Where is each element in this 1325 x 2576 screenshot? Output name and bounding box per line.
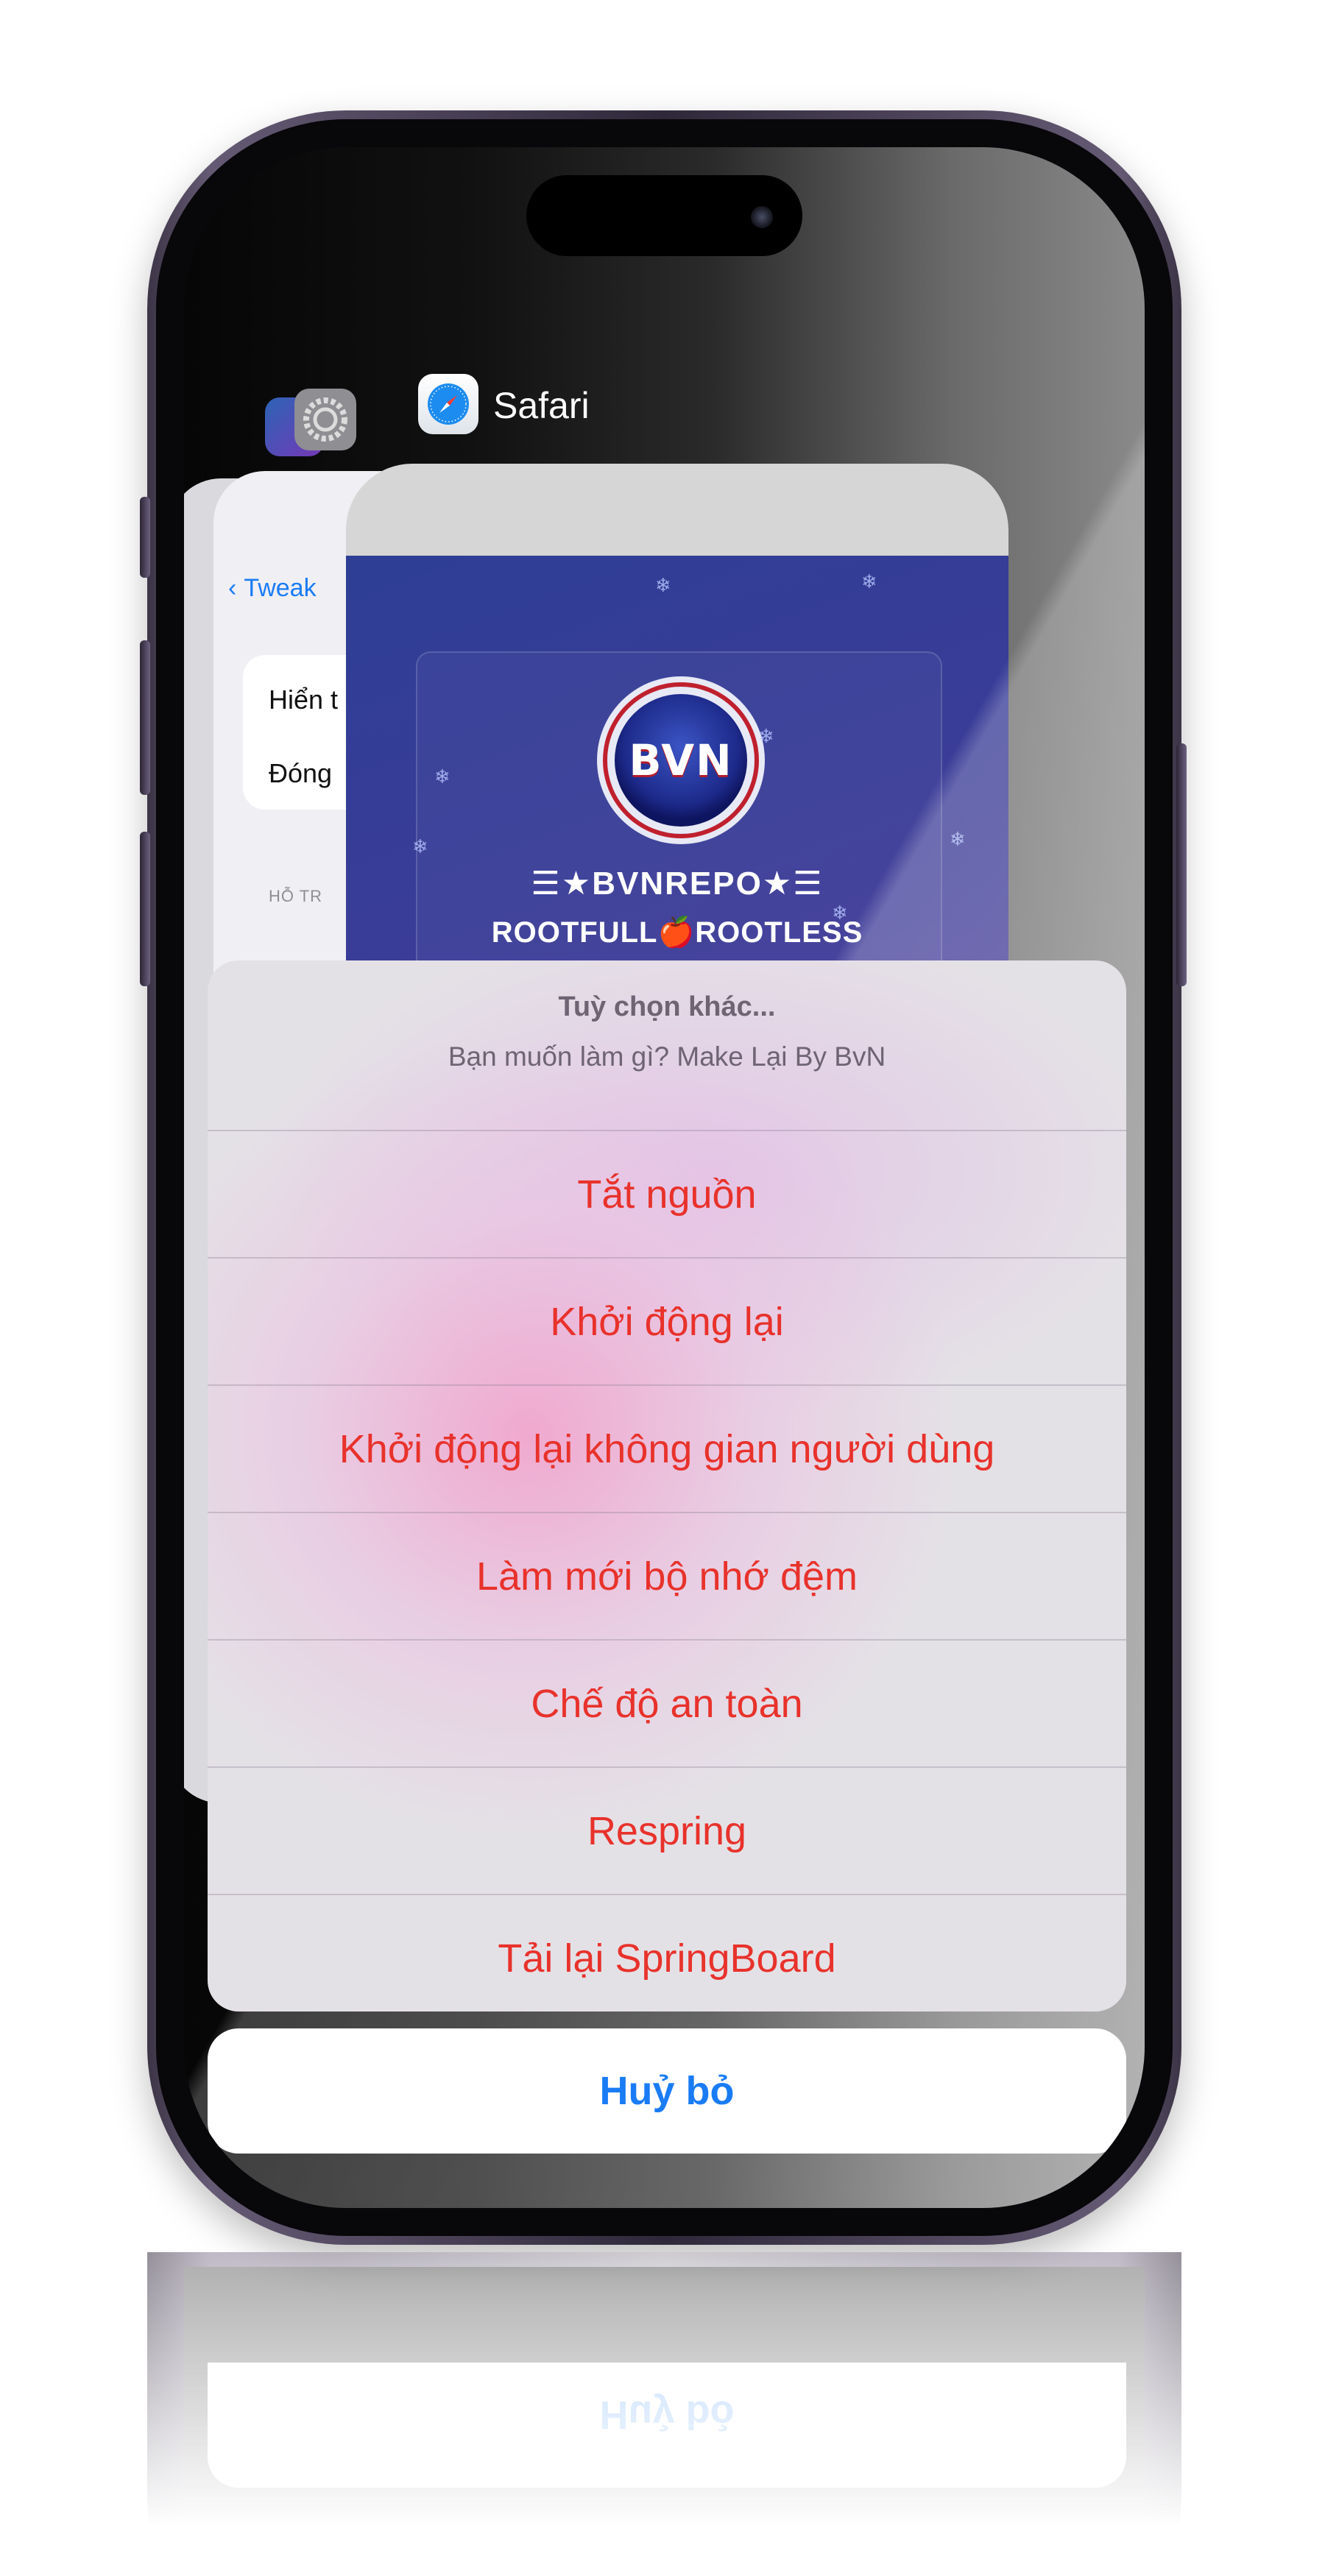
settings-row: Đóng: [269, 758, 333, 788]
snowflake-icon: ❄: [758, 725, 774, 747]
power-button: [1176, 743, 1187, 986]
userspace-reboot-button[interactable]: Khởi động lại không gian người dùng: [208, 1384, 1126, 1512]
bvn-logo: BVN: [607, 687, 755, 834]
safari-compass-icon[interactable]: [418, 374, 478, 434]
snowflake-icon: ❄: [950, 828, 966, 850]
action-button: [140, 497, 150, 578]
volume-up-button: [140, 640, 150, 795]
snowflake-icon: ❄: [434, 765, 451, 788]
app-name-label: Safari: [493, 385, 590, 426]
volume-down-button: [140, 832, 150, 986]
settings-row: Hiển t: [269, 684, 339, 715]
reload-springboard-button[interactable]: Tải lại SpringBoard: [208, 1894, 1126, 2011]
screen: Safari ‹ Tweak Hiển t Đóng HỖ TR BVN ☰★B…: [184, 147, 1145, 2208]
chevron-left-icon: ‹: [228, 574, 237, 602]
nav-back-label: Tweak: [244, 574, 317, 602]
repo-banner-title: ☰★BVNREPO★☰: [531, 866, 824, 902]
repo-banner-subtitle: ROOTFULL🍎ROOTLESS: [491, 916, 863, 949]
snowflake-icon: ❄: [655, 574, 671, 596]
snowflake-icon: ❄: [861, 570, 877, 592]
snowflake-icon: ❄: [412, 835, 428, 857]
action-sheet-title: Tuỳ chọn khác...: [558, 991, 776, 1022]
respring-button[interactable]: Respring: [208, 1766, 1126, 1894]
reboot-button[interactable]: Khởi động lại: [208, 1257, 1126, 1384]
safe-mode-button[interactable]: Chế độ an toàn: [208, 1639, 1126, 1766]
reflection-cancel-card: Huỷ bỏ: [208, 2363, 1126, 2488]
settings-gear-icon: [294, 389, 356, 450]
action-sheet-header: Tuỳ chọn khác... Bạn muốn làm gì? Make L…: [208, 960, 1126, 1130]
power-off-button[interactable]: Tắt nguồn: [208, 1130, 1126, 1257]
cancel-button[interactable]: Huỷ bỏ: [208, 2028, 1126, 2154]
action-sheet: Tuỳ chọn khác... Bạn muốn làm gì? Make L…: [208, 960, 1126, 2011]
reflection-cancel-label: Huỷ bỏ: [599, 2393, 735, 2437]
action-sheet-message: Bạn muốn làm gì? Make Lại By BvN: [448, 1041, 886, 1072]
snowflake-icon: ❄: [832, 902, 848, 924]
nav-back: ‹ Tweak: [228, 574, 317, 603]
logo-text: BVN: [629, 735, 733, 785]
refresh-cache-button[interactable]: Làm mới bộ nhớ đệm: [208, 1512, 1126, 1639]
section-header: HỖ TR: [269, 887, 323, 905]
front-camera-icon: [751, 206, 773, 228]
phone-reflection: Huỷ bỏ: [147, 2252, 1181, 2576]
